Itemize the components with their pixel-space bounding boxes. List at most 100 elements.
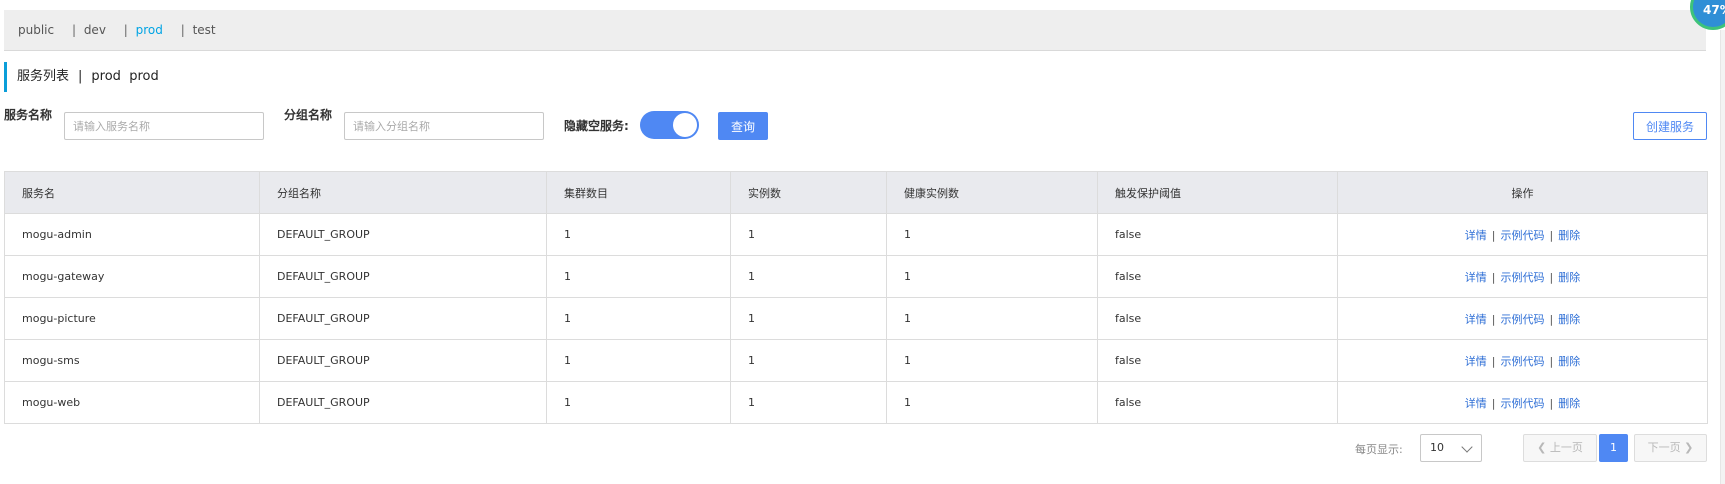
delete-link[interactable]: 删除 — [1558, 355, 1580, 368]
prev-page-button[interactable]: ❮ 上一页 — [1523, 434, 1597, 462]
cell-instances: 1 — [730, 339, 887, 382]
namespace-name: prod — [91, 69, 121, 84]
cell-threshold: false — [1097, 339, 1338, 382]
action-separator: | — [1491, 396, 1496, 410]
action-separator: | — [1491, 228, 1496, 242]
cell-clusters: 1 — [546, 213, 731, 256]
column-header-actions: 操作 — [1337, 171, 1708, 214]
chevron-left-icon: ❮ — [1537, 441, 1547, 454]
chevron-right-icon: ❯ — [1684, 441, 1694, 454]
namespace-separator: | — [123, 23, 128, 37]
cell-threshold: false — [1097, 255, 1338, 298]
page-1-button[interactable]: 1 — [1599, 434, 1628, 462]
namespace-separator: | — [180, 23, 185, 37]
cell-healthy: 1 — [886, 297, 1098, 340]
cell-instances: 1 — [730, 381, 887, 424]
cell-healthy: 1 — [886, 255, 1098, 298]
action-separator: | — [1549, 228, 1554, 242]
detail-link[interactable]: 详情 — [1465, 355, 1487, 368]
table-row: mogu-sms DEFAULT_GROUP 1 1 1 false 详情 | 示例… — [4, 339, 1708, 382]
service-table: 服务名 分组名称 集群数目 实例数 健康实例数 触发保护阈值 操作 mogu-a… — [4, 171, 1708, 424]
query-button[interactable]: 查询 — [718, 112, 768, 140]
column-header-group-name: 分组名称 — [259, 171, 547, 214]
cell-clusters: 1 — [546, 381, 731, 424]
cell-threshold: false — [1097, 381, 1338, 424]
hide-empty-label: 隐藏空服务: — [564, 119, 629, 133]
cell-instances: 1 — [730, 255, 887, 298]
service-name-input[interactable] — [64, 112, 264, 140]
table-row: mogu-gateway DEFAULT_GROUP 1 1 1 false 详… — [4, 255, 1708, 298]
cell-healthy: 1 — [886, 213, 1098, 256]
action-separator: | — [1491, 354, 1496, 368]
cell-actions: 详情 | 示例代码 | 删除 — [1337, 255, 1708, 298]
detail-link[interactable]: 详情 — [1465, 397, 1487, 410]
cell-healthy: 1 — [886, 381, 1098, 424]
action-separator: | — [1491, 270, 1496, 284]
cell-threshold: false — [1097, 213, 1338, 256]
chevron-down-icon — [1461, 441, 1473, 453]
create-service-button[interactable]: 创建服务 — [1633, 112, 1707, 140]
detail-link[interactable]: 详情 — [1465, 271, 1487, 284]
page-title-separator: | — [78, 69, 83, 84]
scrollbar-track[interactable] — [1720, 30, 1725, 484]
sample-code-link[interactable]: 示例代码 — [1501, 355, 1545, 368]
namespace-bar: public | dev | prod | test — [4, 10, 1706, 51]
page-size-value: 10 — [1430, 441, 1444, 454]
delete-link[interactable]: 删除 — [1558, 313, 1580, 326]
column-header-threshold: 触发保护阈值 — [1097, 171, 1338, 214]
column-header-instance-count: 实例数 — [730, 171, 887, 214]
action-separator: | — [1491, 312, 1496, 326]
cell-actions: 详情 | 示例代码 | 删除 — [1337, 213, 1708, 256]
delete-link[interactable]: 删除 — [1558, 271, 1580, 284]
action-separator: | — [1549, 396, 1554, 410]
sample-code-link[interactable]: 示例代码 — [1501, 271, 1545, 284]
detail-link[interactable]: 详情 — [1465, 229, 1487, 242]
page-title-main: 服务列表 — [17, 69, 70, 84]
namespace-tab-prod[interactable]: prod — [136, 23, 163, 37]
table-header-row: 服务名 分组名称 集群数目 实例数 健康实例数 触发保护阈值 操作 — [4, 171, 1708, 214]
toggle-knob — [673, 113, 697, 137]
next-page-button[interactable]: 下一页 ❯ — [1634, 434, 1707, 462]
cell-healthy: 1 — [886, 339, 1098, 382]
service-name-label: 服务名称 — [4, 108, 53, 122]
cell-clusters: 1 — [546, 339, 731, 382]
hide-empty-toggle[interactable] — [640, 111, 699, 139]
delete-link[interactable]: 删除 — [1558, 229, 1580, 242]
cell-service-name: mogu-admin — [4, 213, 260, 256]
cell-service-name: mogu-gateway — [4, 255, 260, 298]
detail-link[interactable]: 详情 — [1465, 313, 1487, 326]
next-page-label: 下一页 — [1647, 441, 1681, 454]
group-name-input[interactable] — [344, 112, 544, 140]
cell-threshold: false — [1097, 297, 1338, 340]
table-row: mogu-web DEFAULT_GROUP 1 1 1 false 详情 | 示例… — [4, 381, 1708, 424]
cell-clusters: 1 — [546, 255, 731, 298]
namespace-tab-test[interactable]: test — [193, 23, 216, 37]
namespace-tab-public[interactable]: public — [18, 23, 54, 37]
cell-service-name: mogu-sms — [4, 339, 260, 382]
page-title: 服务列表 | prod prod — [4, 62, 159, 92]
namespace-tab-dev[interactable]: dev — [84, 23, 106, 37]
cell-group: DEFAULT_GROUP — [259, 255, 547, 298]
group-name-label: 分组名称 — [284, 108, 333, 122]
sample-code-link[interactable]: 示例代码 — [1501, 397, 1545, 410]
page-size-select[interactable]: 10 — [1420, 434, 1482, 462]
table-row: mogu-picture DEFAULT_GROUP 1 1 1 false 详… — [4, 297, 1708, 340]
sample-code-link[interactable]: 示例代码 — [1501, 313, 1545, 326]
cell-instances: 1 — [730, 297, 887, 340]
table-row: mogu-admin DEFAULT_GROUP 1 1 1 false 详情 |… — [4, 213, 1708, 256]
action-separator: | — [1549, 312, 1554, 326]
namespace-separator: | — [71, 23, 76, 37]
delete-link[interactable]: 删除 — [1558, 397, 1580, 410]
sample-code-link[interactable]: 示例代码 — [1501, 229, 1545, 242]
cell-actions: 详情 | 示例代码 | 删除 — [1337, 339, 1708, 382]
column-header-cluster-count: 集群数目 — [546, 171, 731, 214]
prev-page-label: 上一页 — [1549, 441, 1583, 454]
column-header-service-name: 服务名 — [4, 171, 260, 214]
cell-group: DEFAULT_GROUP — [259, 297, 547, 340]
action-separator: | — [1549, 270, 1554, 284]
cell-clusters: 1 — [546, 297, 731, 340]
cell-service-name: mogu-web — [4, 381, 260, 424]
cell-actions: 详情 | 示例代码 | 删除 — [1337, 381, 1708, 424]
cell-group: DEFAULT_GROUP — [259, 213, 547, 256]
cell-instances: 1 — [730, 213, 887, 256]
